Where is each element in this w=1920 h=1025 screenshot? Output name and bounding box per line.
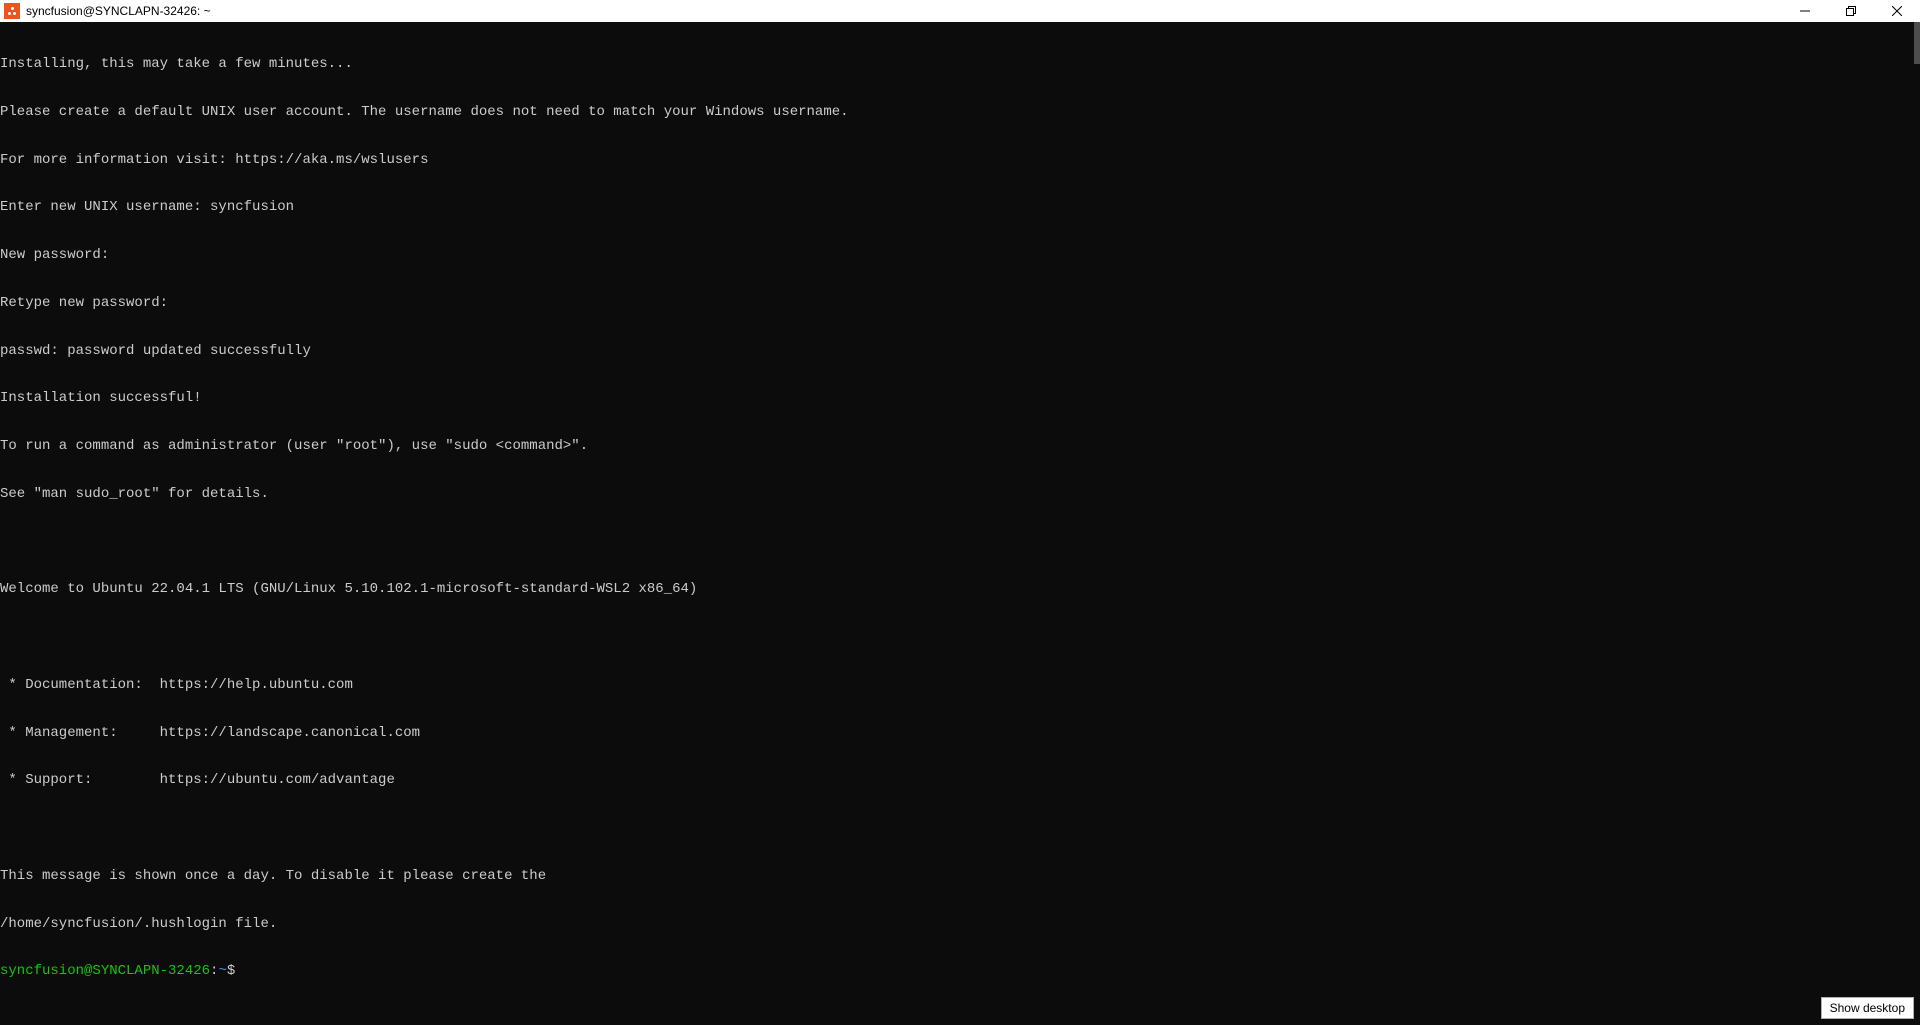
terminal-line: * Management: https://landscape.canonica…: [0, 725, 1920, 741]
show-desktop-tooltip: Show desktop: [1821, 997, 1914, 1019]
minimize-button[interactable]: [1782, 0, 1828, 22]
terminal-line: Please create a default UNIX user accoun…: [0, 104, 1920, 120]
terminal-line: * Support: https://ubuntu.com/advantage: [0, 772, 1920, 788]
terminal-line: [0, 629, 1920, 645]
terminal-line: * Documentation: https://help.ubuntu.com: [0, 677, 1920, 693]
terminal-line: Retype new password:: [0, 295, 1920, 311]
terminal-line: [0, 820, 1920, 836]
window-title: syncfusion@SYNCLAPN-32426: ~: [26, 4, 211, 18]
terminal-line: Welcome to Ubuntu 22.04.1 LTS (GNU/Linux…: [0, 581, 1920, 597]
terminal-line: For more information visit: https://aka.…: [0, 152, 1920, 168]
prompt-user-host: syncfusion@SYNCLAPN-32426: [0, 963, 210, 979]
terminal-line: New password:: [0, 247, 1920, 263]
terminal-line: Installation successful!: [0, 390, 1920, 406]
terminal-line: Enter new UNIX username: syncfusion: [0, 199, 1920, 215]
terminal[interactable]: Installing, this may take a few minutes.…: [0, 22, 1920, 1025]
terminal-line: Installing, this may take a few minutes.…: [0, 56, 1920, 72]
terminal-line: /home/syncfusion/.hushlogin file.: [0, 916, 1920, 932]
prompt-dollar: $: [227, 963, 235, 979]
terminal-prompt: syncfusion@SYNCLAPN-32426:~$: [0, 963, 1920, 979]
scrollbar-track[interactable]: [1904, 22, 1920, 1025]
terminal-line: To run a command as administrator (user …: [0, 438, 1920, 454]
titlebar[interactable]: syncfusion@SYNCLAPN-32426: ~: [0, 0, 1920, 22]
ubuntu-icon: [4, 3, 20, 19]
close-button[interactable]: [1874, 0, 1920, 22]
prompt-path: ~: [218, 963, 226, 979]
terminal-line: This message is shown once a day. To dis…: [0, 868, 1920, 884]
maximize-button[interactable]: [1828, 0, 1874, 22]
terminal-line: passwd: password updated successfully: [0, 343, 1920, 359]
terminal-line: [0, 534, 1920, 550]
window-controls: [1782, 0, 1920, 22]
scrollbar-thumb[interactable]: [1914, 22, 1920, 64]
terminal-line: See "man sudo_root" for details.: [0, 486, 1920, 502]
